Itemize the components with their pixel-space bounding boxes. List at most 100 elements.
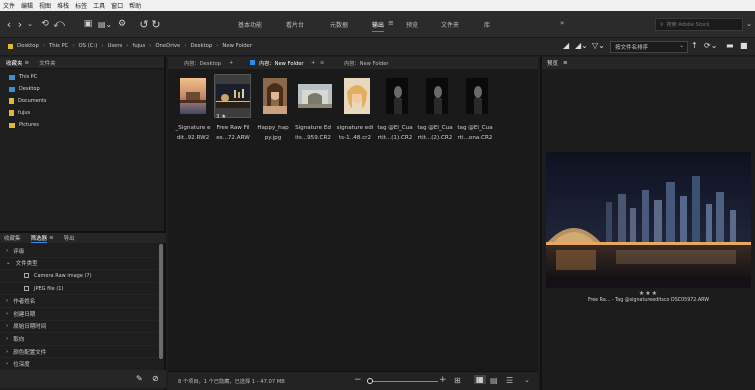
filter-rating[interactable]: › 评级	[0, 245, 158, 258]
filter-original-date[interactable]: › 原始日期时间	[0, 321, 158, 334]
menu-label[interactable]: 标签	[75, 1, 87, 10]
crumb-desktop-2[interactable]: Desktop	[190, 43, 212, 49]
favorite-desktop[interactable]: Desktop	[0, 83, 164, 95]
file-thumbnail[interactable]	[378, 74, 415, 118]
file-thumbnail[interactable]	[174, 74, 211, 118]
file-name[interactable]: tag @El_Cua rtit...(2).CR2	[414, 123, 456, 143]
rating-filter-icon[interactable]: ◢⌄	[575, 41, 588, 50]
quality-icon[interactable]: ◢	[563, 41, 569, 50]
delete-icon[interactable]: ■	[740, 41, 748, 50]
panel-menu-icon[interactable]: ≡	[25, 60, 30, 66]
menu-edit[interactable]: 编辑	[21, 1, 33, 10]
tab-content-new-folder[interactable]: 内容：New Folder	[259, 60, 304, 67]
favorite-pictures[interactable]: Pictures	[0, 119, 164, 131]
workspace-metadata[interactable]: 元数据	[330, 20, 348, 29]
filter-scrollbar[interactable]	[159, 244, 163, 359]
add-tab-icon[interactable]: +	[229, 60, 233, 66]
back-icon[interactable]: ‹	[4, 17, 14, 31]
rotate-right-icon[interactable]: ↻	[150, 17, 162, 31]
sort-dropdown[interactable]: 按文件名排序 ⌄	[610, 41, 688, 53]
file-thumbnail[interactable]	[458, 74, 495, 118]
filter-camera-raw[interactable]: Camera Raw image (7)	[0, 270, 158, 283]
search-dropdown-icon[interactable]: ⌄	[745, 17, 753, 31]
crumb-os-c[interactable]: OS (C:)	[79, 43, 98, 49]
zoom-out-icon[interactable]: −	[354, 375, 362, 385]
search-input[interactable]: ⚲ 搜索 Adobe Stock	[655, 18, 743, 31]
filter-orientation[interactable]: › 取向	[0, 333, 158, 346]
filter-file-type[interactable]: ⌄ 文件类型	[0, 258, 158, 271]
favorite-documents[interactable]: Documents	[0, 95, 164, 107]
file-thumbnail[interactable]	[296, 74, 333, 118]
workspace-filmstrip[interactable]: 看片台	[286, 20, 304, 29]
view-details-icon[interactable]: ▤	[490, 376, 498, 385]
filter-date-created[interactable]: › 创建日期	[0, 308, 158, 321]
recent-icon[interactable]: ⟲	[38, 17, 52, 31]
add-tab-icon[interactable]: +	[311, 60, 315, 66]
return-icon[interactable]: ⤺	[53, 17, 65, 31]
panel-menu-icon[interactable]: ≡	[49, 235, 54, 241]
crumb-new-folder[interactable]: New Folder	[222, 43, 252, 49]
workspace-essentials[interactable]: 基本功能	[238, 20, 262, 29]
pin-icon[interactable]: ✎	[136, 374, 143, 383]
menu-help[interactable]: 帮助	[129, 1, 141, 10]
tab-collections[interactable]: 收藏集	[4, 234, 21, 242]
filter-icon[interactable]: ▽⌄	[592, 41, 605, 50]
filter-author[interactable]: › 作者姓名	[0, 295, 158, 308]
tab-filter[interactable]: 筛选器	[30, 234, 48, 243]
file-name[interactable]: tag @El_Cua rtit...(1).CR2	[374, 123, 416, 143]
workspace-preview[interactable]: 预览	[406, 20, 418, 29]
tab-menu-icon[interactable]: ≡	[320, 60, 324, 66]
more-workspaces-icon[interactable]: »	[560, 19, 564, 27]
file-name[interactable]: Happy_hap py.jpg	[252, 123, 294, 143]
chevron-down-icon[interactable]: ⌄	[26, 17, 34, 31]
zoom-in-icon[interactable]: +	[439, 375, 447, 385]
camera-icon[interactable]: ▣	[82, 17, 94, 31]
menu-stack[interactable]: 堆栈	[57, 1, 69, 10]
tab-content-new-folder-2[interactable]: 内容：New Folder	[344, 60, 389, 67]
menu-view[interactable]: 视图	[39, 1, 51, 10]
filter-jpeg[interactable]: JPEG file (1)	[0, 283, 158, 296]
checkbox[interactable]	[24, 286, 29, 292]
tab-favorites[interactable]: 收藏夹	[6, 59, 23, 67]
workspace-output[interactable]: 输出	[372, 20, 385, 32]
file-thumbnail[interactable]	[338, 74, 375, 118]
clear-filter-icon[interactable]: ⊘	[152, 374, 159, 383]
view-list-icon[interactable]: ☰	[506, 376, 513, 385]
crumb-desktop[interactable]: Desktop	[17, 43, 39, 49]
view-thumbnails-icon[interactable]: ▦	[474, 375, 486, 384]
tab-export[interactable]: 导出	[64, 234, 75, 242]
filter-color-profile[interactable]: › 颜色配置文件	[0, 346, 158, 359]
preview-rating[interactable]: ★★★	[542, 290, 755, 297]
tab-folders[interactable]: 文件夹	[39, 59, 56, 67]
file-name[interactable]: Free Raw Fil es...72.ARW	[212, 123, 254, 143]
tab-content-desktop[interactable]: 内容：Desktop	[184, 60, 221, 67]
file-name[interactable]: Signature Ed its...959.CR2	[292, 123, 334, 143]
rotate-left-icon[interactable]: ↺	[138, 17, 150, 31]
sort-ascending-icon[interactable]: ↑	[691, 41, 698, 50]
file-name[interactable]: tag @El_Cua rti...ona.CR2	[454, 123, 496, 143]
rating-stars[interactable]: 3 ★	[216, 114, 226, 120]
file-name[interactable]: signature edi ts-1..48.cr2	[334, 123, 376, 143]
menu-window[interactable]: 窗口	[111, 1, 123, 10]
menu-tools[interactable]: 工具	[93, 1, 105, 10]
forward-icon[interactable]: ›	[15, 17, 25, 31]
file-thumbnail[interactable]	[256, 74, 293, 118]
panel-menu-icon[interactable]: ≡	[563, 60, 568, 66]
crumb-onedrive[interactable]: OneDrive	[155, 43, 180, 49]
crumb-fujus[interactable]: fujus	[132, 43, 145, 49]
new-folder-icon[interactable]: ▬	[726, 41, 734, 50]
workspace-menu-icon[interactable]: ≡	[388, 19, 394, 27]
thumbnail-size-slider[interactable]	[368, 381, 438, 382]
crumb-users[interactable]: Users	[107, 43, 122, 49]
favorite-this-pc[interactable]: This PC	[0, 71, 164, 83]
gear-icon[interactable]: ⚙	[116, 17, 128, 31]
slider-handle[interactable]	[367, 378, 373, 384]
open-recent-icon[interactable]: ⟳⌄	[704, 41, 717, 50]
checkbox[interactable]	[24, 273, 29, 279]
grid-lock-icon[interactable]: ⊞	[454, 376, 461, 385]
workspace-library[interactable]: 库	[484, 20, 490, 29]
crumb-this-pc[interactable]: This PC	[49, 43, 68, 49]
chevron-down-icon[interactable]: ⌄	[524, 376, 530, 384]
file-thumbnail[interactable]	[418, 74, 455, 118]
file-thumbnail-selected[interactable]	[214, 74, 251, 118]
